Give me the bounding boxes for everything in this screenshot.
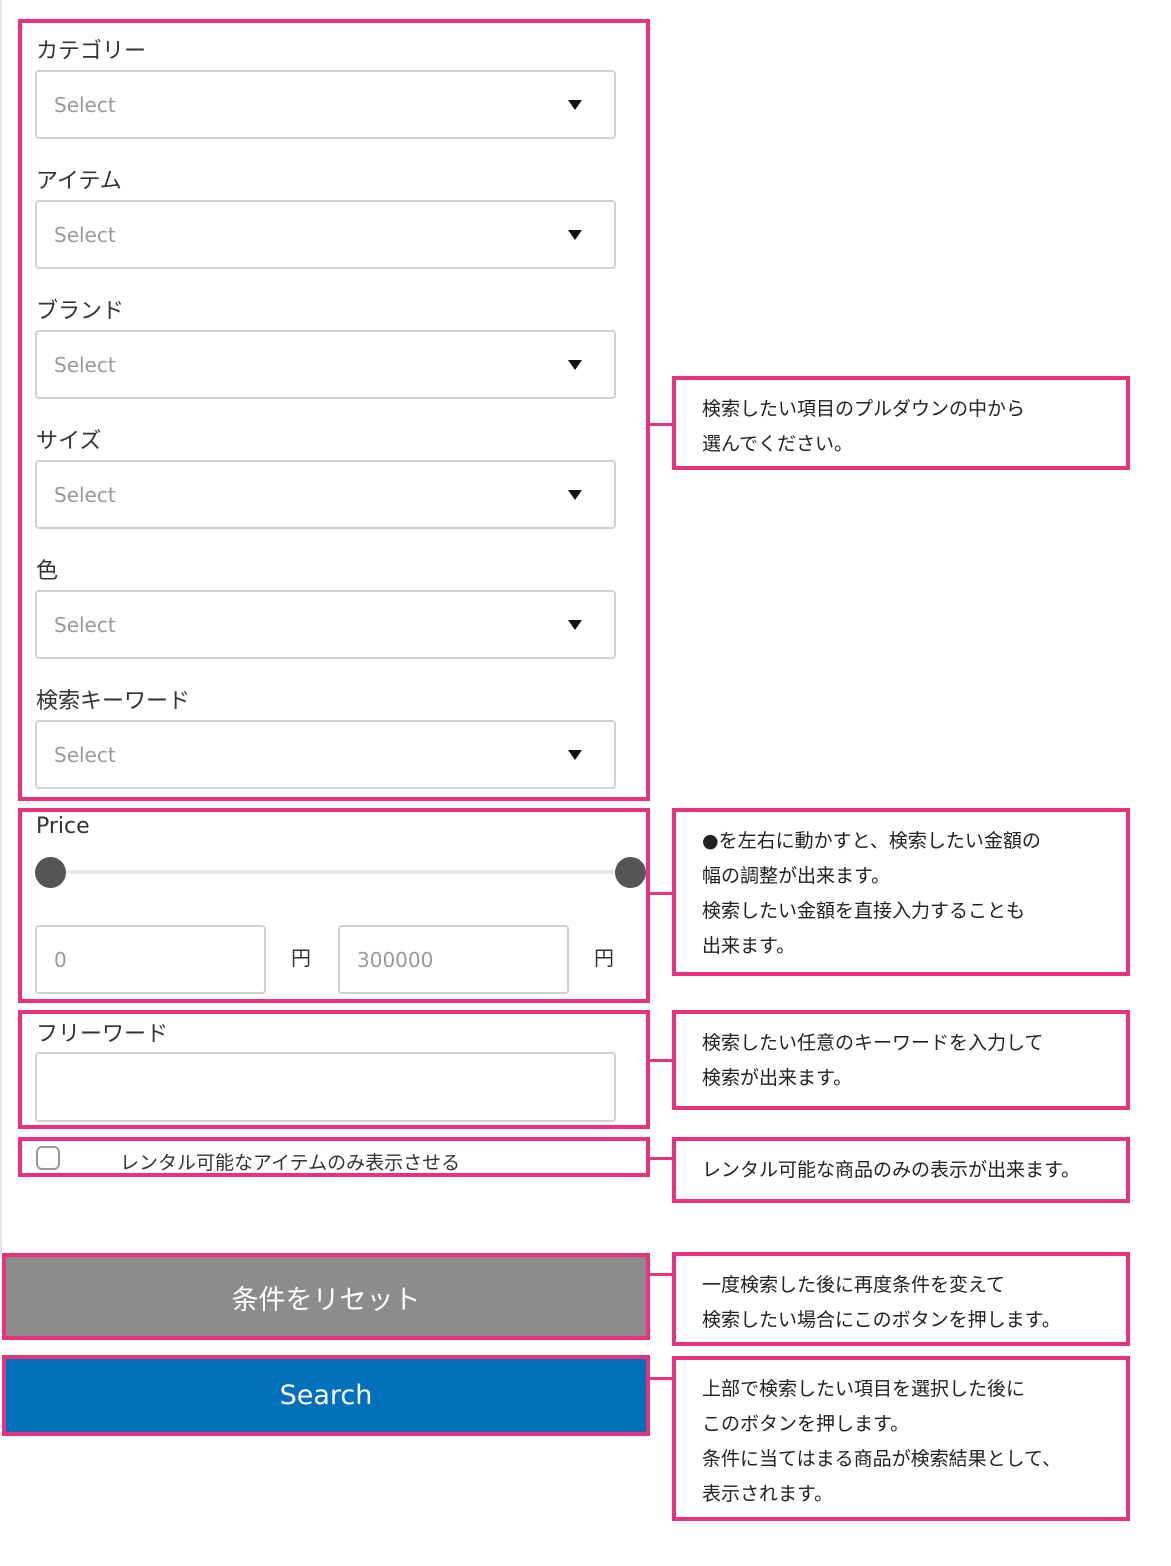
search-highlight-frame xyxy=(2,1355,650,1436)
rental-connector xyxy=(650,1157,673,1160)
annotation-line: 選んでください。 xyxy=(702,433,854,455)
annotation-line: 上部で検索したい項目を選択した後に xyxy=(702,1378,1026,1400)
annotation-line: 検索が出来ます。 xyxy=(702,1067,853,1089)
annotation-line: 一度検索した後に再度条件を変えて xyxy=(702,1274,1006,1296)
price-annotation: ●を左右に動かすと、検索したい金額の 幅の調整が出来ます。 検索したい金額を直接… xyxy=(672,808,1130,976)
free-word-connector xyxy=(650,1059,673,1062)
annotation-line: 出来ます。 xyxy=(702,935,796,957)
rental-annotation: レンタル可能な商品のみの表示が出来ます。 xyxy=(672,1137,1130,1203)
free-word-highlight-frame xyxy=(18,1010,650,1129)
annotation-line: ●を左右に動かすと、検索したい金額の xyxy=(702,830,1041,852)
reset-highlight-frame xyxy=(2,1253,650,1340)
annotation-line: 検索したい場合にこのボタンを押します。 xyxy=(702,1309,1061,1331)
dropdowns-annotation: 検索したい項目のプルダウンの中から 選んでください。 xyxy=(672,376,1130,470)
annotation-line: 検索したい項目のプルダウンの中から xyxy=(702,398,1026,420)
annotation-line: このボタンを押します。 xyxy=(702,1413,910,1435)
free-word-annotation: 検索したい任意のキーワードを入力して 検索が出来ます。 xyxy=(672,1010,1130,1110)
rental-highlight-frame xyxy=(18,1137,650,1177)
reset-annotation: 一度検索した後に再度条件を変えて 検索したい場合にこのボタンを押します。 xyxy=(672,1252,1130,1346)
search-connector xyxy=(650,1377,673,1380)
annotation-line: 表示されます。 xyxy=(702,1483,834,1505)
annotation-line: レンタル可能な商品のみの表示が出来ます。 xyxy=(702,1159,1081,1181)
annotation-line: 幅の調整が出来ます。 xyxy=(702,865,891,887)
dropdowns-connector xyxy=(650,423,673,426)
reset-connector xyxy=(650,1273,673,1276)
annotation-line: 検索したい任意のキーワードを入力して xyxy=(702,1032,1044,1054)
annotation-line: 条件に当てはまる商品が検索結果として、 xyxy=(702,1448,1062,1470)
price-connector xyxy=(650,892,673,895)
page-left-border xyxy=(0,0,2,1255)
dropdowns-highlight-frame xyxy=(18,19,650,801)
annotation-line: 検索したい金額を直接入力することも xyxy=(702,900,1026,922)
price-highlight-frame xyxy=(18,808,650,1003)
search-annotation: 上部で検索したい項目を選択した後に このボタンを押します。 条件に当てはまる商品… xyxy=(672,1356,1130,1521)
